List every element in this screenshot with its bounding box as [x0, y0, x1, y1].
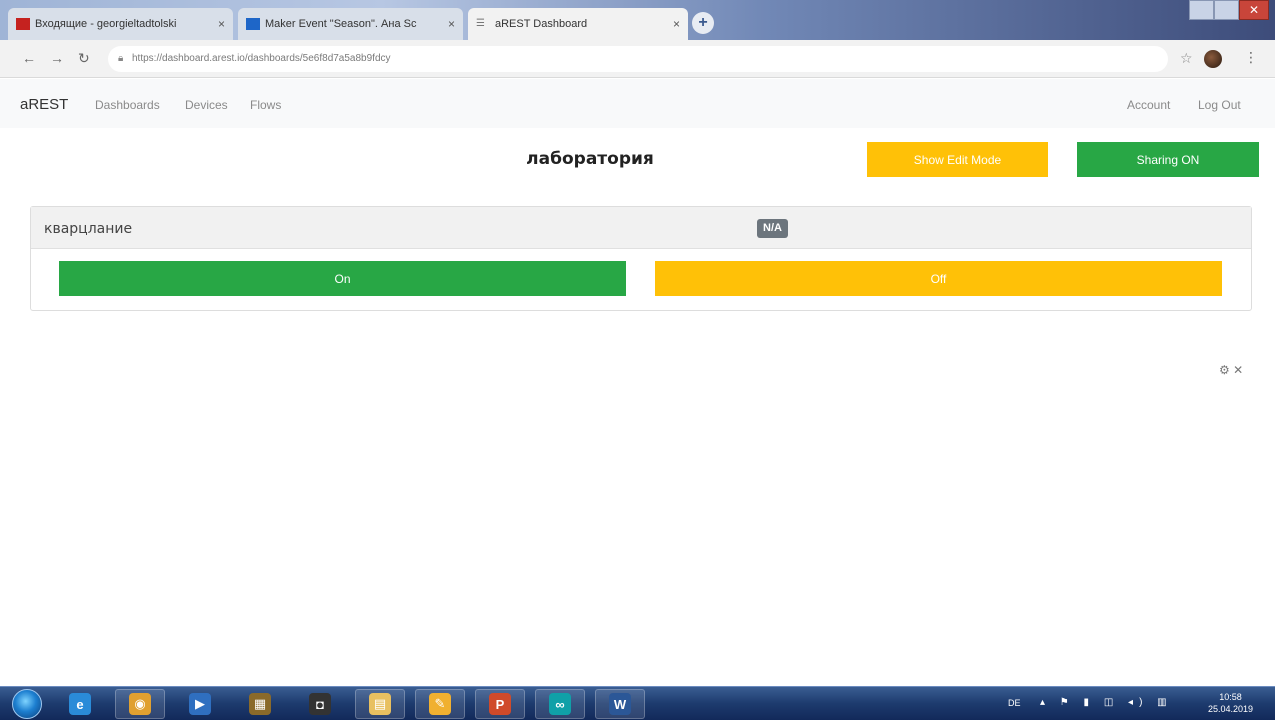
tab-label: aREST Dashboard — [495, 18, 588, 30]
browser-titlebar: Входящие - georgieltadtolski × Maker Eve… — [0, 0, 1275, 40]
page-title: лаборатория — [526, 149, 654, 169]
tab-maker-event[interactable]: Maker Event "Season". Ана Sc × — [238, 8, 463, 40]
taskbar-item[interactable]: e — [55, 689, 105, 719]
taskbar-item[interactable]: ◉ — [115, 689, 165, 719]
profile-avatar[interactable] — [1204, 50, 1222, 68]
address-bar[interactable]: 🔒︎ https://dashboard.arest.io/dashboards… — [108, 46, 1168, 72]
panel-title: кварцлание — [44, 221, 133, 237]
clock-time: 10:58 — [1219, 692, 1242, 702]
panel-header: кварцлание N/A — [31, 207, 1251, 249]
nav-account[interactable]: Account — [1127, 98, 1170, 112]
sharing-toggle-button[interactable]: Sharing ON — [1077, 142, 1259, 177]
browser-menu-icon[interactable]: ⋮ — [1244, 49, 1258, 66]
minimize-button[interactable] — [1189, 0, 1214, 20]
browser-toolbar: ← → ↻ 🔒︎ https://dashboard.arest.io/dash… — [0, 40, 1275, 78]
taskbar-item[interactable]: ∞ — [535, 689, 585, 719]
clock[interactable]: 10:58 25.04.2019 — [1208, 691, 1253, 715]
tray-icons[interactable]: ▴ ⚑ ▮ ◫ ◂) ▥ — [1040, 697, 1173, 708]
maximize-button[interactable] — [1214, 0, 1239, 20]
tab-gmail[interactable]: Входящие - georgieltadtolski × — [8, 8, 233, 40]
back-arrow-icon[interactable]: ← — [22, 50, 36, 66]
taskbar-item[interactable]: P — [475, 689, 525, 719]
explorer-icon: ▤ — [369, 693, 391, 715]
system-tray: DE ▴ ⚑ ▮ ◫ ◂) ▥ 10:58 25.04.2019 — [1000, 687, 1275, 721]
site-favicon-icon — [246, 18, 260, 30]
taskbar-item[interactable]: ▶ — [175, 689, 225, 719]
clock-date: 25.04.2019 — [1208, 704, 1254, 714]
tab-arest-dashboard[interactable]: ☰ aREST Dashboard × — [468, 8, 688, 40]
powerpoint-icon: P — [489, 693, 511, 715]
tab-label: Maker Event "Season". Ана Sc — [265, 18, 417, 30]
webcam-icon: ◘ — [309, 693, 331, 715]
brand-logo[interactable]: aREST — [20, 96, 68, 113]
device-panel: кварцлание N/A On Off — [30, 206, 1252, 311]
tab-label: Входящие - georgieltadtolski — [35, 18, 177, 30]
winrar-icon: ▦ — [249, 693, 271, 715]
language-indicator[interactable]: DE — [1008, 698, 1021, 708]
forward-arrow-icon[interactable]: → — [50, 50, 64, 66]
new-tab-button[interactable]: + — [692, 12, 714, 34]
gmail-icon — [16, 18, 30, 30]
taskbar-item[interactable]: ▦ — [235, 689, 285, 719]
page-icon: ☰ — [476, 18, 485, 29]
window-controls: ✕ — [1189, 0, 1269, 20]
show-edit-mode-button[interactable]: Show Edit Mode — [867, 142, 1048, 177]
taskbar-item[interactable]: ▤ — [355, 689, 405, 719]
taskbar-item[interactable]: W — [595, 689, 645, 719]
taskbar-item[interactable]: ◘ — [295, 689, 345, 719]
off-button[interactable]: Off — [655, 261, 1222, 296]
word-icon: W — [609, 693, 631, 715]
nav-logout[interactable]: Log Out — [1198, 98, 1241, 112]
on-button[interactable]: On — [59, 261, 626, 296]
media-player-icon: ▶ — [189, 693, 211, 715]
nav-flows[interactable]: Flows — [250, 98, 281, 112]
tab-close-icon[interactable]: × — [218, 17, 225, 31]
window-close-button[interactable]: ✕ — [1239, 0, 1269, 20]
bookmark-star-icon[interactable]: ☆ — [1180, 50, 1193, 67]
start-button[interactable] — [12, 689, 42, 719]
tab-close-icon[interactable]: × — [673, 17, 680, 31]
paint-icon: ✎ — [429, 693, 451, 715]
nav-devices[interactable]: Devices — [185, 98, 228, 112]
status-badge: N/A — [757, 219, 788, 238]
chrome-icon: ◉ — [129, 693, 151, 715]
url-text: https://dashboard.arest.io/dashboards/5e… — [132, 53, 391, 64]
app-navbar: aREST Dashboards Devices Flows Account L… — [0, 79, 1275, 128]
tab-close-icon[interactable]: × — [448, 17, 455, 31]
ie-icon: e — [69, 693, 91, 715]
panel-settings-close-icons[interactable]: ⚙ ✕ — [1219, 363, 1243, 377]
windows-taskbar: e ◉ ▶ ▦ ◘ ▤ ✎ P ∞ W DE ▴ ⚑ ▮ ◫ ◂) ▥ 10:58 25.04.2… — [0, 686, 1275, 720]
arduino-icon: ∞ — [549, 693, 571, 715]
taskbar-item[interactable]: ✎ — [415, 689, 465, 719]
lock-icon: 🔒︎ — [118, 53, 124, 64]
nav-dashboards[interactable]: Dashboards — [95, 98, 160, 112]
reload-icon[interactable]: ↻ — [78, 50, 90, 67]
